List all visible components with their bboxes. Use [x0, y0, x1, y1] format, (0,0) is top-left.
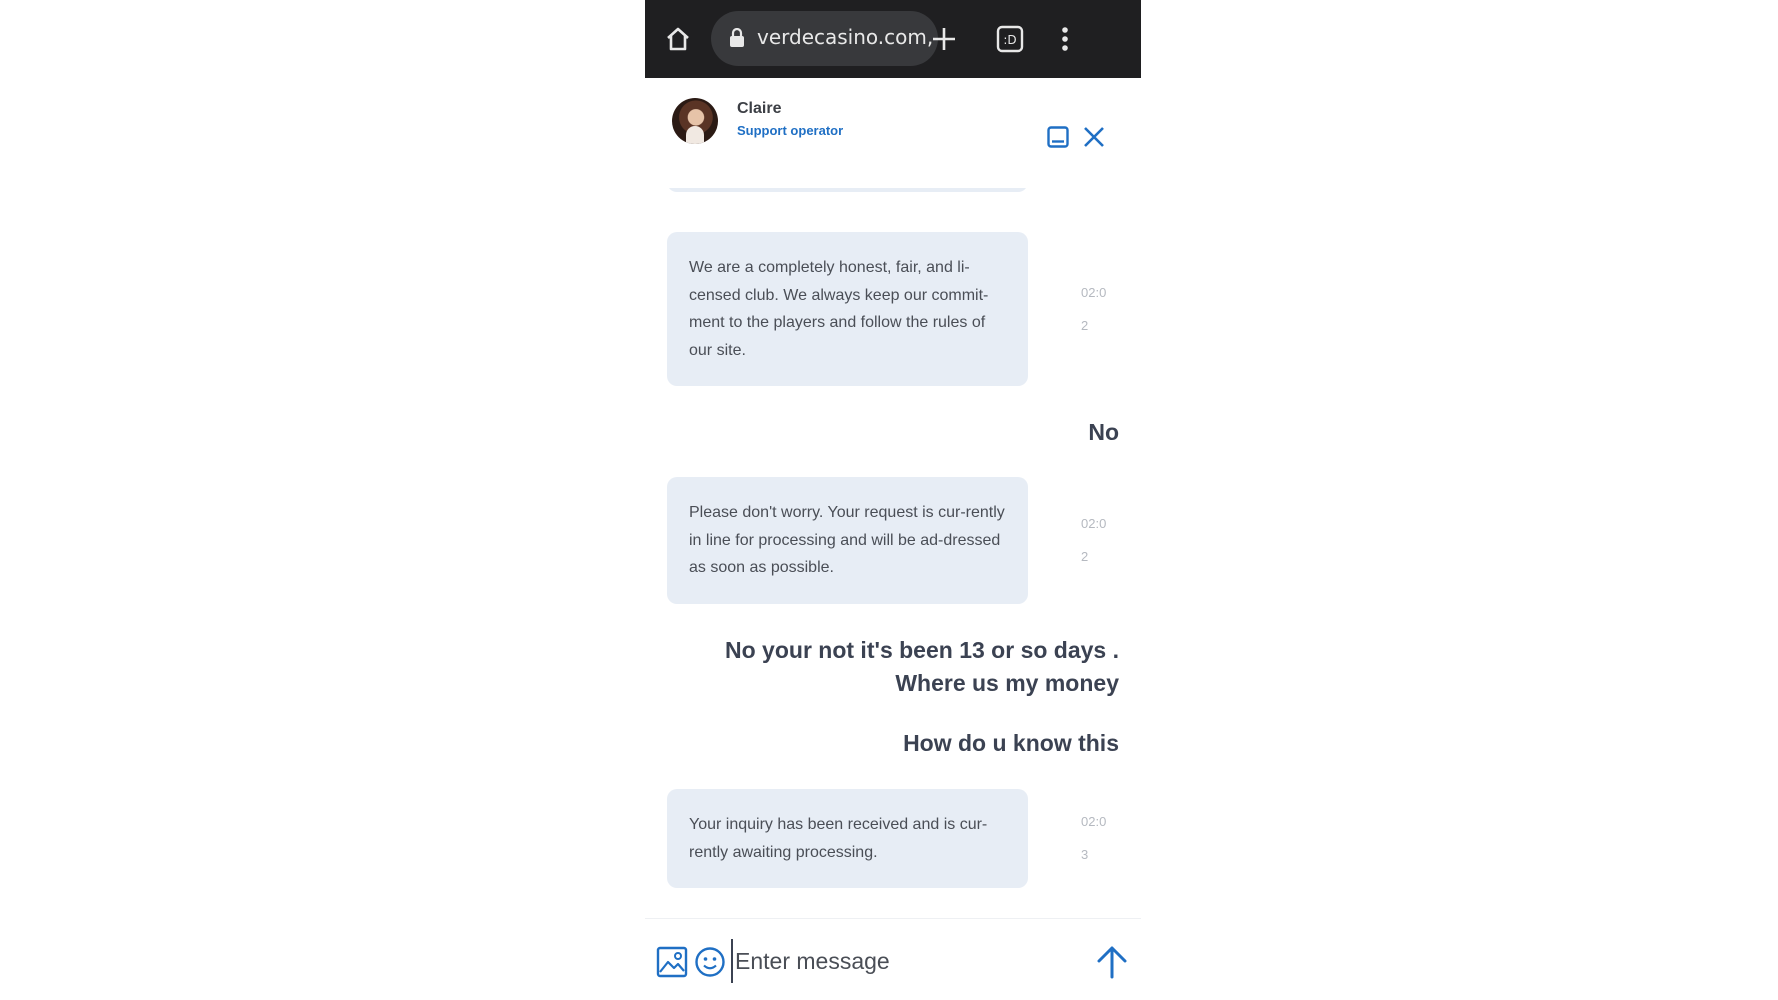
browser-toolbar: verdecasino.com, :D	[645, 0, 1141, 78]
more-vert-icon[interactable]	[1048, 22, 1082, 56]
message-time: 02:0 2	[1081, 285, 1107, 333]
minimize-icon[interactable]	[1045, 124, 1071, 150]
user-message: No	[1088, 419, 1119, 445]
message-input[interactable]	[731, 939, 1067, 983]
new-tab-icon[interactable]	[927, 22, 961, 56]
address-bar[interactable]: verdecasino.com,	[711, 11, 938, 66]
operator-name: Claire	[737, 100, 782, 117]
user-message: How do u know this	[903, 730, 1119, 756]
operator-message: We are a completely honest, fair, and li…	[667, 232, 1028, 386]
operator-message-partial	[667, 188, 1028, 192]
tab-switcher-icon[interactable]: :D	[993, 22, 1027, 56]
message-composer	[645, 918, 1141, 1000]
mobile-viewport: verdecasino.com, :D Claire Support opera…	[645, 0, 1141, 1000]
operator-message: Please don't worry. Your request is cur-…	[667, 477, 1028, 604]
tab-count: :D	[1003, 33, 1016, 47]
message-time: 02:0 3	[1081, 814, 1107, 862]
lock-icon	[729, 27, 745, 53]
close-icon[interactable]	[1081, 124, 1107, 150]
home-icon[interactable]	[661, 22, 695, 56]
url-text: verdecasino.com,	[757, 25, 934, 49]
avatar	[672, 98, 718, 144]
image-attach-icon[interactable]	[655, 945, 689, 979]
operator-role: Support operator	[737, 123, 844, 138]
emoji-icon[interactable]	[693, 945, 727, 979]
message-list[interactable]: We are a completely honest, fair, and li…	[645, 188, 1141, 918]
operator-message: Your inquiry has been received and is cu…	[667, 789, 1028, 888]
user-message: No your not it's been 13 or so days . Wh…	[725, 637, 1119, 696]
send-arrow-icon[interactable]	[1095, 945, 1129, 979]
message-time: 02:0 2	[1081, 516, 1107, 564]
chat-header: Claire Support operator	[645, 78, 1141, 188]
